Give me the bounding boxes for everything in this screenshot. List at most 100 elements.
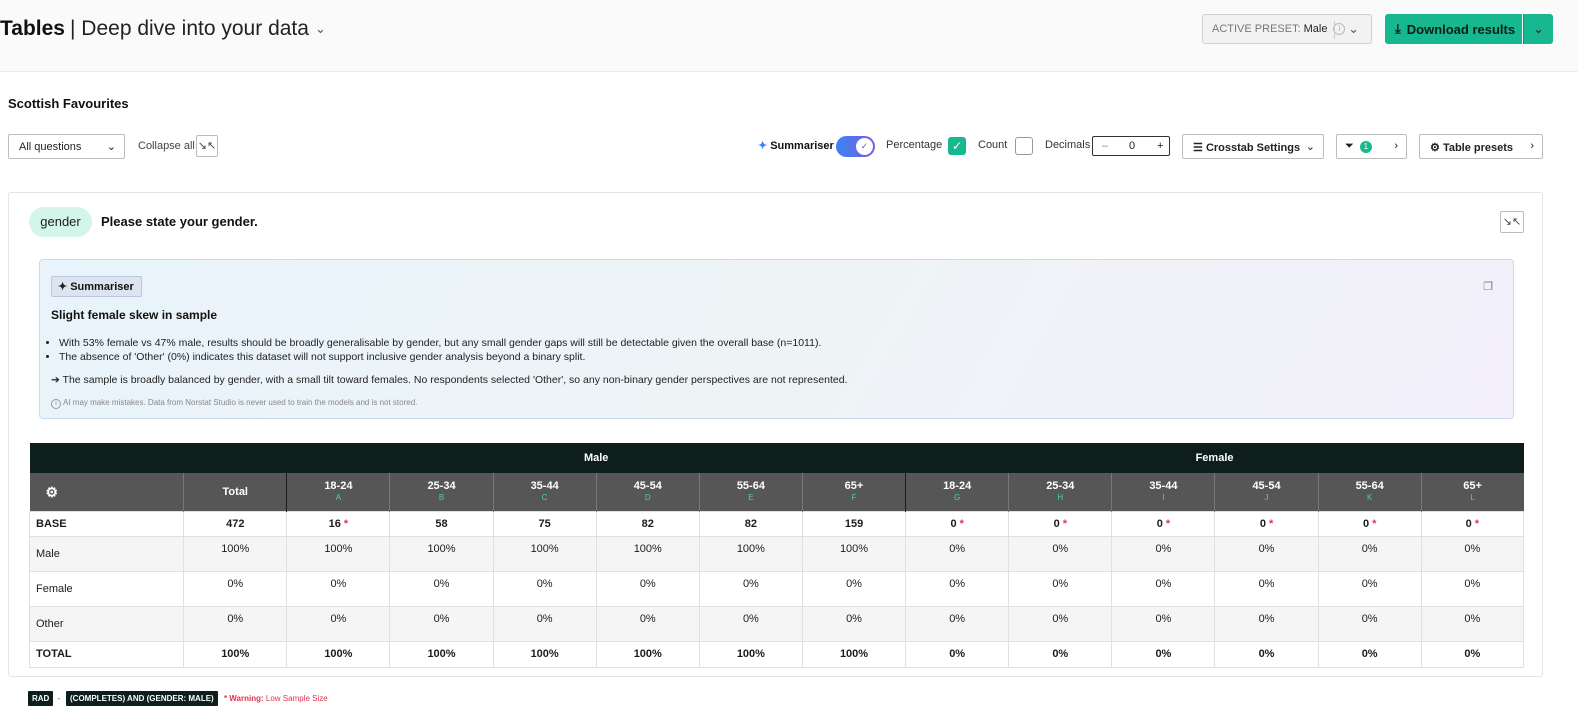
app-title: Tables bbox=[0, 17, 65, 40]
table-cell: 0% bbox=[389, 605, 494, 642]
table-cell: 0% bbox=[1008, 605, 1113, 642]
table-cell: 0% bbox=[1317, 605, 1422, 642]
table-settings-gear-icon[interactable]: ⚙ bbox=[29, 473, 184, 511]
chevron-right-icon: › bbox=[1394, 140, 1398, 152]
table-cell: 100% bbox=[801, 535, 907, 572]
decimals-value: 0 bbox=[1129, 140, 1136, 152]
low-sample-marker: * bbox=[1268, 517, 1274, 530]
column-header: 35-44 I bbox=[1111, 473, 1215, 511]
sparkle-icon: ✦ bbox=[58, 281, 68, 293]
table-cell: 0% bbox=[1214, 535, 1319, 572]
table-cell: 75 bbox=[492, 510, 597, 537]
low-sample-marker: * bbox=[343, 517, 349, 530]
table-presets-button[interactable]: ⚙ Table presets › bbox=[1419, 134, 1543, 159]
collapse-all-button[interactable]: ↘↖ bbox=[196, 135, 218, 157]
table-cell: 0 * bbox=[1008, 510, 1113, 537]
table-cell: 100% bbox=[492, 535, 597, 572]
filter-button[interactable]: ⏷ 1 › bbox=[1336, 134, 1407, 159]
questions-select[interactable]: All questions ⌄ bbox=[8, 134, 125, 159]
table-cell: 16 * bbox=[286, 510, 391, 537]
info-icon: i bbox=[51, 399, 61, 409]
filter-tag: RAD bbox=[28, 691, 54, 706]
row-label: TOTAL bbox=[28, 640, 185, 668]
band-spacer bbox=[29, 443, 287, 473]
filter-toolbar: All questions ⌄ Collapse all ↘↖ ✦ Summari… bbox=[8, 134, 1548, 160]
base-row: BASE 472 16 * 58 75 82 82 159 0 * 0 * 0 * 0 * 0 * 0 * bbox=[28, 510, 1525, 537]
column-header: 65+ L bbox=[1420, 473, 1524, 511]
crosstab-table: Male Female ⚙ Total 18-24 A 25-34 B 35-44 C 45… bbox=[28, 443, 1525, 668]
collapse-question-button[interactable]: ↘↖ bbox=[1500, 211, 1524, 233]
table-cell: 100% bbox=[389, 640, 494, 668]
table-cell: 0% bbox=[905, 640, 1010, 668]
table-cell: 0% bbox=[905, 535, 1010, 572]
table-cell: 0 * bbox=[1317, 510, 1422, 537]
info-icon[interactable]: i bbox=[1333, 23, 1346, 35]
table-cell: 0% bbox=[905, 605, 1010, 642]
decimals-stepper[interactable]: – 0 + bbox=[1092, 136, 1170, 156]
download-options-button[interactable]: ⌄ bbox=[1523, 14, 1553, 44]
column-header: 18-24 A bbox=[286, 473, 390, 511]
table-cell: 100% bbox=[286, 640, 391, 668]
summary-conclusion: ➔ The sample is broadly balanced by gend… bbox=[51, 374, 848, 386]
table-cell: 0% bbox=[1420, 640, 1525, 668]
page-subtitle: | Deep dive into your data bbox=[70, 17, 309, 40]
table-row: Male 100% 100% 100% 100% 100% 100% 100% 0% 0% 0% 0%… bbox=[28, 535, 1525, 572]
column-header: 55-64 E bbox=[698, 473, 803, 511]
active-preset-selector[interactable]: ACTIVE PRESET: Male i ⌄ bbox=[1202, 14, 1372, 44]
total-header: Total bbox=[183, 473, 287, 511]
summariser-toggle[interactable]: ✓ bbox=[836, 136, 875, 157]
table-cell: 0% bbox=[1111, 570, 1216, 607]
table-cell: 0% bbox=[1420, 535, 1525, 572]
table-cell: 0 * bbox=[905, 510, 1010, 537]
page-subtitle-dropdown[interactable]: | Deep dive into your data ⌄ bbox=[70, 17, 326, 41]
filter-tag: (COMPLETES) AND (GENDER: MALE) bbox=[66, 691, 218, 706]
table-cell: 0% bbox=[1214, 605, 1319, 642]
row-label: Female bbox=[28, 570, 185, 607]
table-cell: 100% bbox=[595, 640, 700, 668]
table-cell: 0% bbox=[1420, 570, 1525, 607]
crosstab-settings-button[interactable]: ☰ Crosstab Settings ⌄ bbox=[1182, 134, 1324, 159]
table-row: Female 0% 0% 0% 0% 0% 0% 0% 0% 0% 0% 0% 0% 0% bbox=[28, 570, 1525, 607]
total-cell: 100% bbox=[183, 640, 288, 668]
increment-button[interactable]: + bbox=[1157, 140, 1163, 152]
table-cell: 0% bbox=[1317, 535, 1422, 572]
column-header: 55-64 K bbox=[1317, 473, 1422, 511]
count-checkbox[interactable] bbox=[1015, 137, 1033, 155]
row-label: Male bbox=[28, 535, 185, 572]
low-sample-marker: * bbox=[959, 517, 964, 530]
copy-icon[interactable]: ❐ bbox=[1483, 280, 1493, 293]
table-cell: 100% bbox=[286, 535, 391, 572]
low-sample-marker: * bbox=[1165, 517, 1171, 530]
sparkle-icon: ✦ bbox=[758, 140, 768, 152]
chevron-down-icon: ⌄ bbox=[314, 21, 326, 37]
ai-disclaimer: i AI may make mistakes. Data from Norstat… bbox=[51, 398, 417, 409]
total-cell: 472 bbox=[183, 510, 288, 537]
filter-count-badge: 1 bbox=[1359, 141, 1372, 153]
table-cell: 100% bbox=[698, 640, 803, 668]
table-cell: 100% bbox=[595, 535, 700, 572]
table-cell: 0% bbox=[801, 570, 907, 607]
low-sample-marker: * bbox=[1474, 517, 1480, 530]
decrement-button[interactable]: – bbox=[1102, 140, 1108, 152]
percentage-checkbox[interactable]: ✓ bbox=[948, 137, 966, 155]
table-cell: 0 * bbox=[1420, 510, 1525, 537]
total-cell: 0% bbox=[183, 605, 288, 642]
table-cell: 100% bbox=[389, 535, 494, 572]
table-cell: 0% bbox=[492, 570, 597, 607]
table-cell: 0% bbox=[1317, 570, 1422, 607]
check-icon: ✓ bbox=[856, 138, 873, 155]
download-results-button[interactable]: ⤓ Download results bbox=[1385, 14, 1522, 44]
chevron-down-icon: ⌄ bbox=[1348, 21, 1359, 36]
row-label: BASE bbox=[28, 510, 185, 537]
table-cell: 0% bbox=[1214, 640, 1319, 668]
collapse-all-label: Collapse all bbox=[138, 140, 195, 152]
table-cell: 0% bbox=[492, 605, 597, 642]
table-cell: 0% bbox=[1420, 605, 1525, 642]
table-presets-label: Table presets bbox=[1442, 142, 1514, 154]
column-header: 65+ F bbox=[801, 473, 906, 511]
questions-select-value: All questions bbox=[19, 141, 82, 153]
table-cell: 100% bbox=[801, 640, 907, 668]
table-cell: 0% bbox=[698, 605, 803, 642]
filter-icon: ⏷ bbox=[1345, 140, 1354, 152]
table-cell: 0 * bbox=[1111, 510, 1216, 537]
